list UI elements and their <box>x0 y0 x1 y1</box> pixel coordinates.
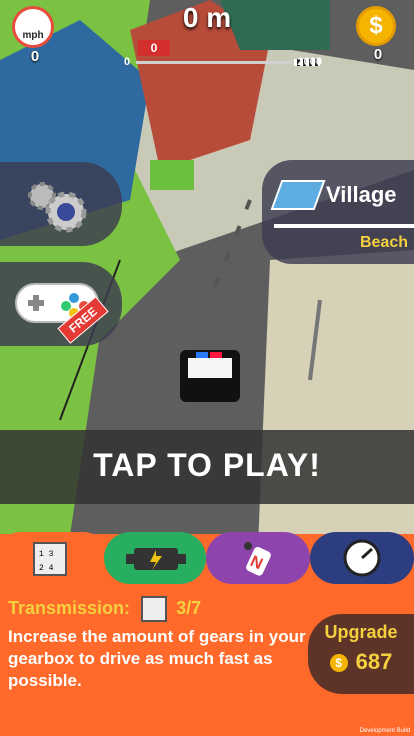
tab-speedometer[interactable] <box>310 532 414 584</box>
coin-count: 0 <box>373 46 383 63</box>
dev-build-note: Development Build <box>359 728 410 734</box>
upgrade-title: Transmission: 3/7 <box>8 596 201 622</box>
settings-button[interactable] <box>0 162 122 246</box>
progress-marker-flag: 0 <box>138 40 170 56</box>
coin-icon: $ <box>356 6 396 46</box>
tab-engine[interactable] <box>104 532 206 584</box>
map-icon <box>270 180 326 210</box>
upgrade-label: Transmission: <box>8 597 131 618</box>
nitro-icon: N <box>244 542 271 576</box>
upgrade-tabs: 1 3 2 4 N <box>0 532 414 592</box>
progress-end-label: 2000 <box>297 56 322 68</box>
tap-to-play-text[interactable]: TAP TO PLAY! <box>0 447 414 484</box>
svg-text:1 3: 1 3 <box>39 550 54 559</box>
tab-nitro[interactable]: N <box>206 532 310 584</box>
upgrade-button-label: Upgrade <box>324 622 398 642</box>
progress-start-label: 0 <box>124 56 131 68</box>
upgrade-description: Increase the amount of gears in your gea… <box>8 627 306 690</box>
upgrade-cost: $687 <box>308 649 414 675</box>
location-panel[interactable]: Village Beach <box>262 160 414 264</box>
progress-line <box>136 59 320 66</box>
current-location: Village <box>326 182 397 207</box>
gearbox-small-icon <box>141 596 168 622</box>
coin-counter: $ 0 <box>356 6 400 63</box>
next-location: Beach <box>359 234 408 251</box>
distance-progress: 0 0 2000 <box>124 40 322 70</box>
engine-icon <box>126 548 186 570</box>
coin-small-icon: $ <box>329 654 348 673</box>
tab-transmission[interactable]: 1 3 2 4 <box>0 532 104 592</box>
speedometer-icon <box>343 539 381 577</box>
gearbox-icon: 1 3 2 4 <box>33 542 67 576</box>
svg-text:2 4: 2 4 <box>39 564 54 573</box>
location-progress-bar <box>274 224 414 228</box>
upgrade-level: 3/7 <box>176 597 202 618</box>
gear-icon <box>28 182 87 233</box>
games-button[interactable]: FREE <box>0 262 122 346</box>
upgrade-button[interactable]: Upgrade $687 <box>308 614 414 694</box>
speed-value: 0 <box>30 48 40 65</box>
distance-display: 0 m <box>182 2 232 33</box>
